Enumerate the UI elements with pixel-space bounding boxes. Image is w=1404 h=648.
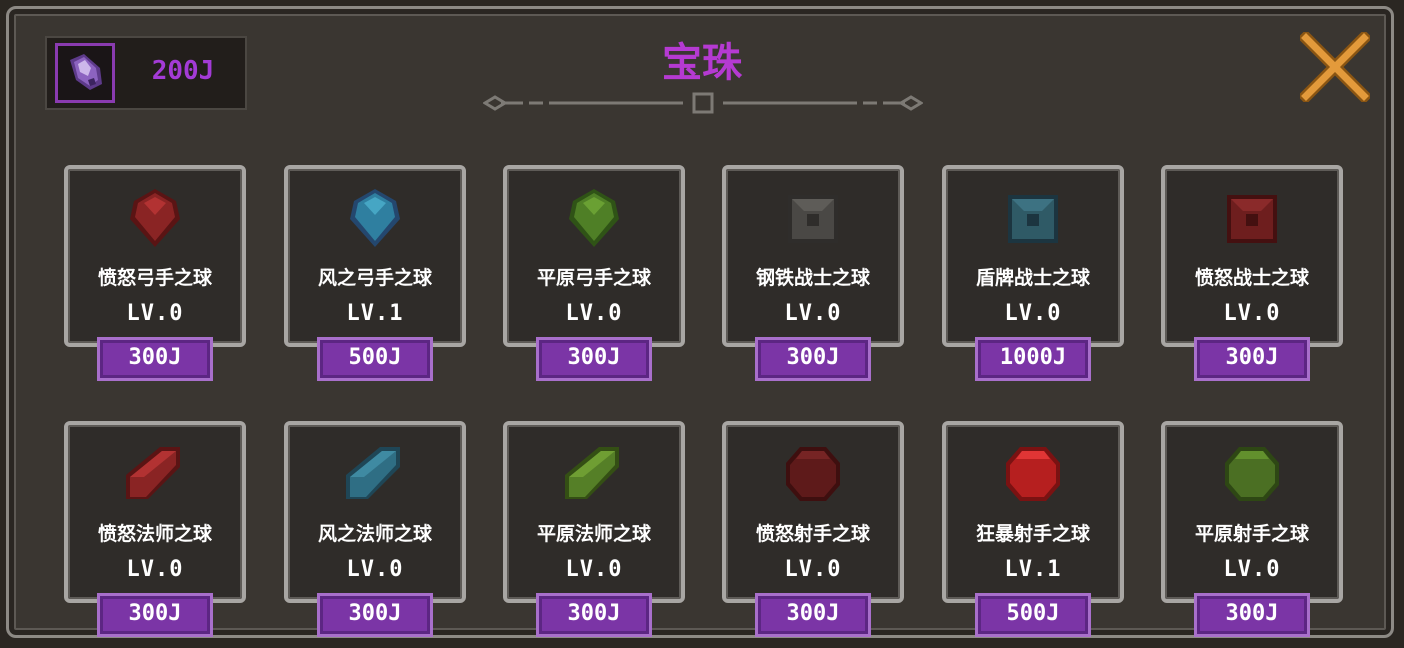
- orb-name: 盾牌战士之球: [975, 267, 1090, 289]
- orb-card[interactable]: 平原法师之球 LV.0: [503, 421, 685, 603]
- orb-card[interactable]: 平原射手之球 LV.0: [1161, 421, 1343, 603]
- orb-card[interactable]: 平原弓手之球 LV.0: [503, 165, 685, 347]
- buy-price-button[interactable]: 300J: [536, 593, 652, 637]
- orb-name: 愤怒战士之球: [1194, 267, 1309, 289]
- close-button[interactable]: [1297, 29, 1373, 105]
- orb-gem-icon: [122, 185, 188, 251]
- orb-gem-icon: [561, 185, 627, 251]
- orb-gem-icon: [1219, 185, 1285, 251]
- orb-gem-icon: [342, 185, 408, 251]
- orb-card[interactable]: 风之弓手之球 LV.1: [284, 165, 466, 347]
- orb-name: 平原射手之球: [1194, 523, 1309, 545]
- orb-card[interactable]: 愤怒法师之球 LV.0: [64, 421, 246, 603]
- buy-price-button[interactable]: 500J: [975, 593, 1091, 637]
- orb-level: LV.0: [565, 301, 623, 326]
- orb-name: 愤怒弓手之球: [97, 267, 212, 289]
- orb-gem-icon: [561, 441, 627, 507]
- buy-price-button[interactable]: 300J: [317, 593, 433, 637]
- orb-gem-icon: [342, 441, 408, 507]
- orb-level: LV.0: [784, 557, 842, 582]
- buy-price-button[interactable]: 300J: [97, 337, 213, 381]
- orb-level: LV.0: [1223, 557, 1281, 582]
- orb-level: LV.0: [346, 557, 404, 582]
- orb-name: 风之法师之球: [317, 523, 432, 545]
- buy-price-button[interactable]: 1000J: [975, 337, 1091, 381]
- orb-gem-icon: [1000, 185, 1066, 251]
- buy-price-button[interactable]: 300J: [755, 337, 871, 381]
- buy-price-button[interactable]: 300J: [536, 337, 652, 381]
- orb-card[interactable]: 盾牌战士之球 LV.0: [942, 165, 1124, 347]
- orb-name: 愤怒法师之球: [97, 523, 212, 545]
- orb-name: 风之弓手之球: [317, 267, 432, 289]
- orb-name: 愤怒射手之球: [755, 523, 870, 545]
- orb-level: LV.0: [1223, 301, 1281, 326]
- orb-level: LV.0: [1004, 301, 1062, 326]
- buy-price-button[interactable]: 300J: [1194, 337, 1310, 381]
- title-divider: [483, 92, 923, 114]
- orb-name: 平原法师之球: [536, 523, 651, 545]
- orb-card[interactable]: 愤怒射手之球 LV.0: [722, 421, 904, 603]
- orb-card[interactable]: 风之法师之球 LV.0: [284, 421, 466, 603]
- orb-level: LV.0: [126, 301, 184, 326]
- orb-card[interactable]: 愤怒弓手之球 LV.0: [64, 165, 246, 347]
- orb-name: 平原弓手之球: [536, 267, 651, 289]
- orb-level: LV.1: [346, 301, 404, 326]
- buy-price-button[interactable]: 300J: [755, 593, 871, 637]
- page-title: 宝珠: [662, 40, 742, 86]
- close-x-icon: [1297, 29, 1373, 105]
- orb-gem-icon: [1219, 441, 1285, 507]
- buy-price-button[interactable]: 300J: [97, 593, 213, 637]
- buy-price-button[interactable]: 500J: [317, 337, 433, 381]
- orb-level: LV.1: [1004, 557, 1062, 582]
- orb-name: 狂暴射手之球: [975, 523, 1090, 545]
- orb-level: LV.0: [565, 557, 623, 582]
- orb-gem-icon: [780, 441, 846, 507]
- orb-level: LV.0: [126, 557, 184, 582]
- buy-price-button[interactable]: 300J: [1194, 593, 1310, 637]
- orb-name: 钢铁战士之球: [755, 267, 870, 289]
- orb-gem-icon: [780, 185, 846, 251]
- orb-card[interactable]: 愤怒战士之球 LV.0: [1161, 165, 1343, 347]
- orb-gem-icon: [1000, 441, 1066, 507]
- orb-card[interactable]: 狂暴射手之球 LV.1: [942, 421, 1124, 603]
- orb-gem-icon: [122, 441, 188, 507]
- orb-level: LV.0: [784, 301, 842, 326]
- orb-card[interactable]: 钢铁战士之球 LV.0: [722, 165, 904, 347]
